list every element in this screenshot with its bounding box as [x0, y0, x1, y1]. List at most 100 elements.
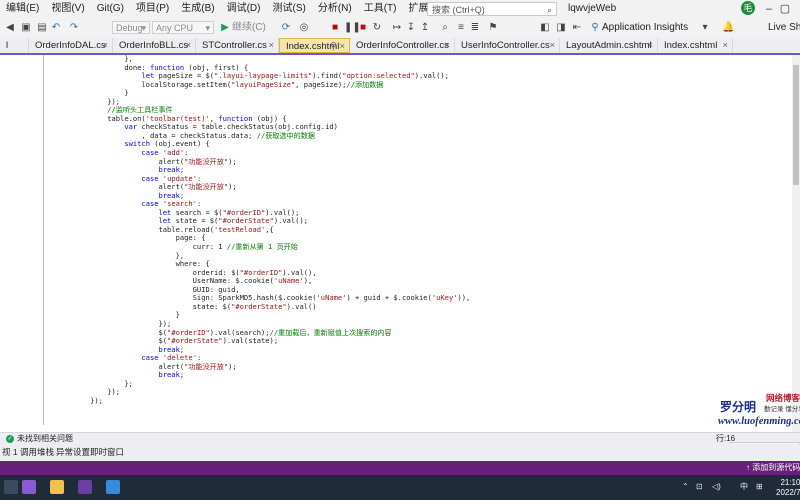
menu-item[interactable]: 视图(V) — [45, 0, 90, 18]
tab-label: OrderInfoDAL.cs — [35, 40, 106, 51]
minimize-icon[interactable]: – — [762, 0, 776, 18]
config-label: Debug — [116, 23, 143, 33]
undo-icon[interactable]: ↶ — [50, 21, 62, 35]
menu-bar: 编辑(E) 视图(V) Git(G) 项目(P) 生成(B) 调试(D) 测试(S) 分析(N… — [0, 0, 800, 18]
menu-item[interactable]: 生成(B) — [175, 0, 220, 18]
code-lines[interactable]: }, done: function (obj, first) { let pag… — [56, 54, 470, 406]
search-input[interactable]: 搜索 (Ctrl+Q) ⌕ — [427, 2, 557, 16]
ime-lang[interactable]: 中 — [740, 481, 748, 493]
close-icon[interactable]: × — [444, 38, 450, 53]
bottom-tab[interactable]: 调用堆栈 — [20, 444, 54, 461]
check-icon: ✓ — [6, 435, 14, 443]
tab-orderinfobll-cs[interactable]: OrderInfoBLL.cs × — [113, 38, 196, 53]
stop-icon[interactable]: ■ — [330, 21, 340, 35]
chevron-down-icon: ▾ — [141, 23, 146, 33]
browser-icon[interactable]: ◎ — [298, 21, 310, 35]
tab-index-cshtml[interactable]: Index.cshtml ⚲ × — [279, 38, 350, 53]
save-icon[interactable]: ▣ — [20, 21, 32, 35]
app-window-icon[interactable] — [106, 480, 120, 494]
scrollbar-thumb[interactable] — [793, 65, 799, 185]
config-dropdown[interactable]: Debug ▾ — [112, 21, 150, 34]
code-line[interactable]: }); — [56, 388, 470, 397]
play-icon[interactable]: ▶ — [220, 21, 230, 35]
menu-item[interactable]: 编辑(E) — [0, 0, 45, 18]
step-over-icon[interactable]: ↦ — [392, 21, 402, 35]
clock-time: 21:10 — [780, 478, 800, 487]
vertical-scrollbar[interactable] — [792, 55, 800, 432]
document-tabs: OrderInfoDAL.cs × OrderInfoBLL.cs × STContro… — [0, 38, 800, 55]
close-icon[interactable]: × — [722, 38, 728, 53]
app-icon[interactable] — [4, 480, 18, 494]
user-avatar[interactable]: 毛 — [741, 1, 755, 15]
restart-icon[interactable]: ↻ — [372, 21, 382, 35]
watermark-logo: 罗分明 网络博客 勤记录 懂分享 www.luofenming.com — [718, 392, 800, 432]
media-icon[interactable] — [78, 480, 92, 494]
save-all-icon[interactable]: ▤ — [36, 21, 48, 35]
watermark-url: www.luofenming.com — [718, 416, 800, 427]
close-icon[interactable]: × — [268, 38, 274, 53]
menu-item[interactable]: 分析(N) — [312, 0, 358, 18]
toolbar: ◀ ▣ ▤ ↶ ↷ Debug ▾ Any CPU ▾ ▶ 继续(C) ⟳ ◎ ■ … — [0, 18, 800, 39]
app-insights-button[interactable]: Application Insights — [602, 21, 688, 35]
windows-taskbar: ⌃ ⊡ ◁) 中 ⊞ 21:10 2022/7 — [0, 475, 800, 500]
menu-item[interactable]: 工具(T) — [358, 0, 403, 18]
maximize-icon[interactable]: ▢ — [778, 0, 792, 18]
step-into-icon[interactable]: ↧ — [406, 21, 416, 35]
tab-stcontroller-cs[interactable]: STController.cs × — [196, 38, 279, 53]
menu-item[interactable]: 项目(P) — [130, 0, 175, 18]
system-clock[interactable]: 21:10 2022/7 — [776, 478, 800, 498]
close-icon[interactable]: × — [102, 38, 108, 53]
clock-date: 2022/7 — [776, 488, 800, 497]
step-out-icon[interactable]: ↥ — [420, 21, 430, 35]
volume-icon[interactable]: ◁) — [712, 481, 721, 493]
visual-studio-icon[interactable] — [22, 480, 36, 494]
menu-item[interactable]: 测试(S) — [266, 0, 311, 18]
comment-icon[interactable]: ≡ — [456, 21, 466, 35]
stop-debug-icon[interactable]: ■ — [358, 21, 368, 35]
menu-item[interactable]: Git(G) — [91, 0, 130, 18]
bottom-tab[interactable]: 即时窗口 — [90, 444, 124, 461]
network-icon[interactable]: ⊡ — [696, 481, 703, 493]
pause-icon[interactable]: ❚❚ — [344, 21, 361, 35]
tab-layoutadmin-cshtml[interactable]: LayoutAdmin.cshtml × — [560, 38, 658, 53]
code-line[interactable]: }); — [56, 396, 470, 406]
tab-orderinfocontroller-cs[interactable]: OrderInfoController.cs × — [350, 38, 455, 53]
bottom-tab[interactable]: 异常设置 — [56, 444, 90, 461]
close-icon[interactable]: × — [647, 38, 653, 53]
close-icon[interactable]: ⚲ × — [330, 39, 345, 52]
find-icon[interactable]: ⌕ — [440, 21, 450, 35]
tab-label: UserInfoController.cs — [461, 40, 550, 51]
source-control-button[interactable]: ↑ 添加到源代码管理 — [746, 461, 800, 475]
redo-icon[interactable]: ↷ — [68, 21, 80, 35]
ime-grid-icon[interactable]: ⊞ — [756, 481, 763, 493]
tab-orderinfodal-cs[interactable]: OrderInfoDAL.cs × — [29, 38, 113, 53]
menu-item[interactable]: 调试(D) — [221, 0, 267, 18]
bookmark-icon[interactable]: ⚑ — [488, 21, 498, 35]
file-explorer-icon[interactable] — [50, 480, 64, 494]
live-share-button[interactable]: Live Sh — [768, 21, 800, 35]
continue-button[interactable]: 继续(C) — [232, 21, 272, 35]
refresh-icon[interactable]: ⟳ — [280, 21, 292, 35]
tray-up-icon[interactable]: ⌃ — [682, 481, 689, 493]
chevron-down-icon[interactable]: ▾ — [700, 21, 710, 35]
close-icon[interactable]: × — [185, 38, 191, 53]
tab-userinfocontroller-cs[interactable]: UserInfoController.cs × — [455, 38, 560, 53]
bottom-panel-tabs: 视 1 调用堆栈 异常设置 即时窗口 — [0, 444, 800, 461]
tab-label: OrderInfoBLL.cs — [119, 40, 189, 51]
tab-label: OrderInfoController.cs — [356, 40, 449, 51]
back-icon[interactable]: ◀ — [4, 21, 16, 35]
solution-name: lqwvjeWeb — [568, 3, 617, 14]
tab-label: Index.cshtml — [664, 40, 718, 51]
bookmark-next-icon[interactable]: ◨ — [556, 21, 566, 35]
bottom-tab[interactable]: 视 1 — [2, 444, 18, 461]
close-icon[interactable]: × — [549, 38, 555, 53]
notifications-icon[interactable]: 🔔 — [722, 21, 734, 35]
uncomment-icon[interactable]: ≣ — [470, 21, 480, 35]
platform-dropdown[interactable]: Any CPU ▾ — [152, 21, 214, 34]
tab-overflow[interactable]: l — [0, 38, 29, 53]
platform-label: Any CPU — [156, 23, 194, 33]
code-editor[interactable]: }, done: function (obj, first) { let pag… — [0, 54, 800, 432]
tab-index-cshtml[interactable]: Index.cshtml × — [658, 38, 733, 53]
bookmark-prev-icon[interactable]: ◧ — [540, 21, 550, 35]
outdent-icon[interactable]: ⇤ — [572, 21, 582, 35]
